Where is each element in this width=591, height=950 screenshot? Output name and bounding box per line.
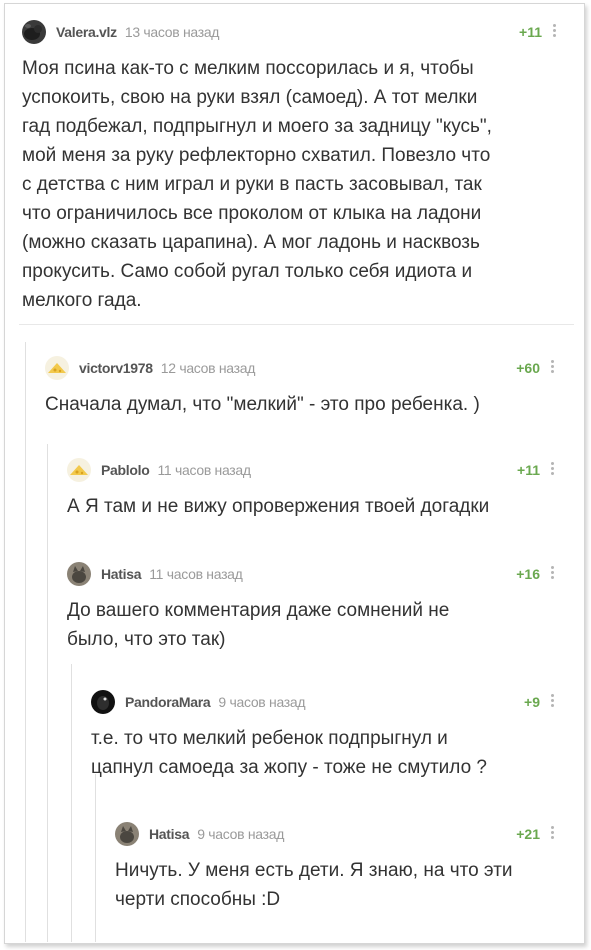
comment-header: Hatisa 11 часов назад +16	[67, 562, 560, 588]
comment: PandoraMara 9 часов назад +9 т.е. то что …	[91, 690, 560, 778]
more-options-icon[interactable]	[550, 22, 558, 40]
comment-time: 13 часов назад	[124, 24, 220, 40]
comment-username[interactable]: Pablolo 11 часов назад	[101, 462, 251, 478]
comment-rating: +11	[517, 462, 540, 478]
comment-username[interactable]: victorv1978 12 часов назад	[79, 360, 255, 376]
username-text[interactable]: Pablolo	[101, 462, 150, 478]
thread-line-level-1[interactable]	[25, 342, 26, 942]
comment: Hatisa 9 часов назад +21 Ничуть. У меня е…	[115, 822, 560, 910]
comment-rating: +11	[519, 24, 542, 40]
comment-header: PandoraMara 9 часов назад +9	[91, 690, 560, 716]
comment-text: Моя псина как-то с мелким поссорилась и …	[22, 58, 492, 311]
comment-rating: +21	[516, 826, 540, 842]
comment-text: т.е. то что мелкий ребенок подпрыгнул и …	[91, 728, 488, 778]
more-options-icon[interactable]	[548, 358, 556, 376]
comment-thread: Valera.vlz 13 часов назад +11 Моя псина к…	[4, 3, 585, 944]
more-options-icon[interactable]	[548, 824, 556, 842]
comment-header: Pablolo 11 часов назад +11	[67, 458, 560, 484]
cheese-avatar[interactable]	[45, 356, 69, 380]
username-text[interactable]: Hatisa	[101, 566, 142, 582]
comment-time: 9 часов назад	[197, 826, 285, 842]
comment-username[interactable]: Hatisa 11 часов назад	[101, 566, 243, 582]
comment: Valera.vlz 13 часов назад +11 Моя псина к…	[22, 20, 562, 311]
thread-line-level-4[interactable]	[95, 774, 96, 942]
comment-header: Valera.vlz 13 часов назад +11	[22, 20, 562, 46]
username-text[interactable]: PandoraMara	[125, 694, 211, 710]
comment: Pablolo 11 часов назад +11 А Я там и не в…	[67, 458, 560, 517]
username-text[interactable]: victorv1978	[79, 360, 153, 376]
comment-time: 9 часов назад	[218, 694, 306, 710]
thread-line-level-2[interactable]	[47, 444, 48, 942]
comment: victorv1978 12 часов назад +60 Сначала ду…	[45, 356, 560, 415]
comment-text: Ничуть. У меня есть дети. Я знаю, на что…	[115, 860, 513, 910]
black-bird-avatar[interactable]	[91, 690, 115, 714]
cat-avatar[interactable]	[67, 562, 91, 586]
thread-line-level-3[interactable]	[71, 664, 72, 942]
username-text[interactable]: Hatisa	[149, 826, 190, 842]
cat-avatar[interactable]	[115, 822, 139, 846]
comment-header: victorv1978 12 часов назад +60	[45, 356, 560, 382]
comment-header: Hatisa 9 часов назад +21	[115, 822, 560, 848]
comment-text: Сначала думал, что "мелкий" - это про ре…	[45, 394, 480, 415]
dark-dog-avatar[interactable]	[22, 20, 46, 44]
comment-rating: +9	[524, 694, 540, 710]
comment-rating: +16	[516, 566, 540, 582]
username-text[interactable]: Valera.vlz	[56, 24, 117, 40]
divider	[19, 324, 574, 325]
comment-time: 11 часов назад	[157, 462, 251, 478]
comment-time: 11 часов назад	[149, 566, 243, 582]
more-options-icon[interactable]	[548, 692, 556, 710]
comment-rating: +60	[516, 360, 540, 376]
more-options-icon[interactable]	[548, 564, 556, 582]
comment-username[interactable]: PandoraMara 9 часов назад	[125, 694, 306, 710]
comment-text: До вашего комментария даже сомнений не б…	[67, 600, 450, 650]
comment: Hatisa 11 часов назад +16 До вашего комме…	[67, 562, 560, 650]
comment-username[interactable]: Hatisa 9 часов назад	[149, 826, 284, 842]
more-options-icon[interactable]	[548, 460, 556, 478]
comment-time: 12 часов назад	[160, 360, 256, 376]
cheese-avatar[interactable]	[67, 458, 91, 482]
comment-username[interactable]: Valera.vlz 13 часов назад	[56, 24, 219, 40]
comment-text: А Я там и не вижу опровержения твоей дог…	[67, 496, 490, 517]
